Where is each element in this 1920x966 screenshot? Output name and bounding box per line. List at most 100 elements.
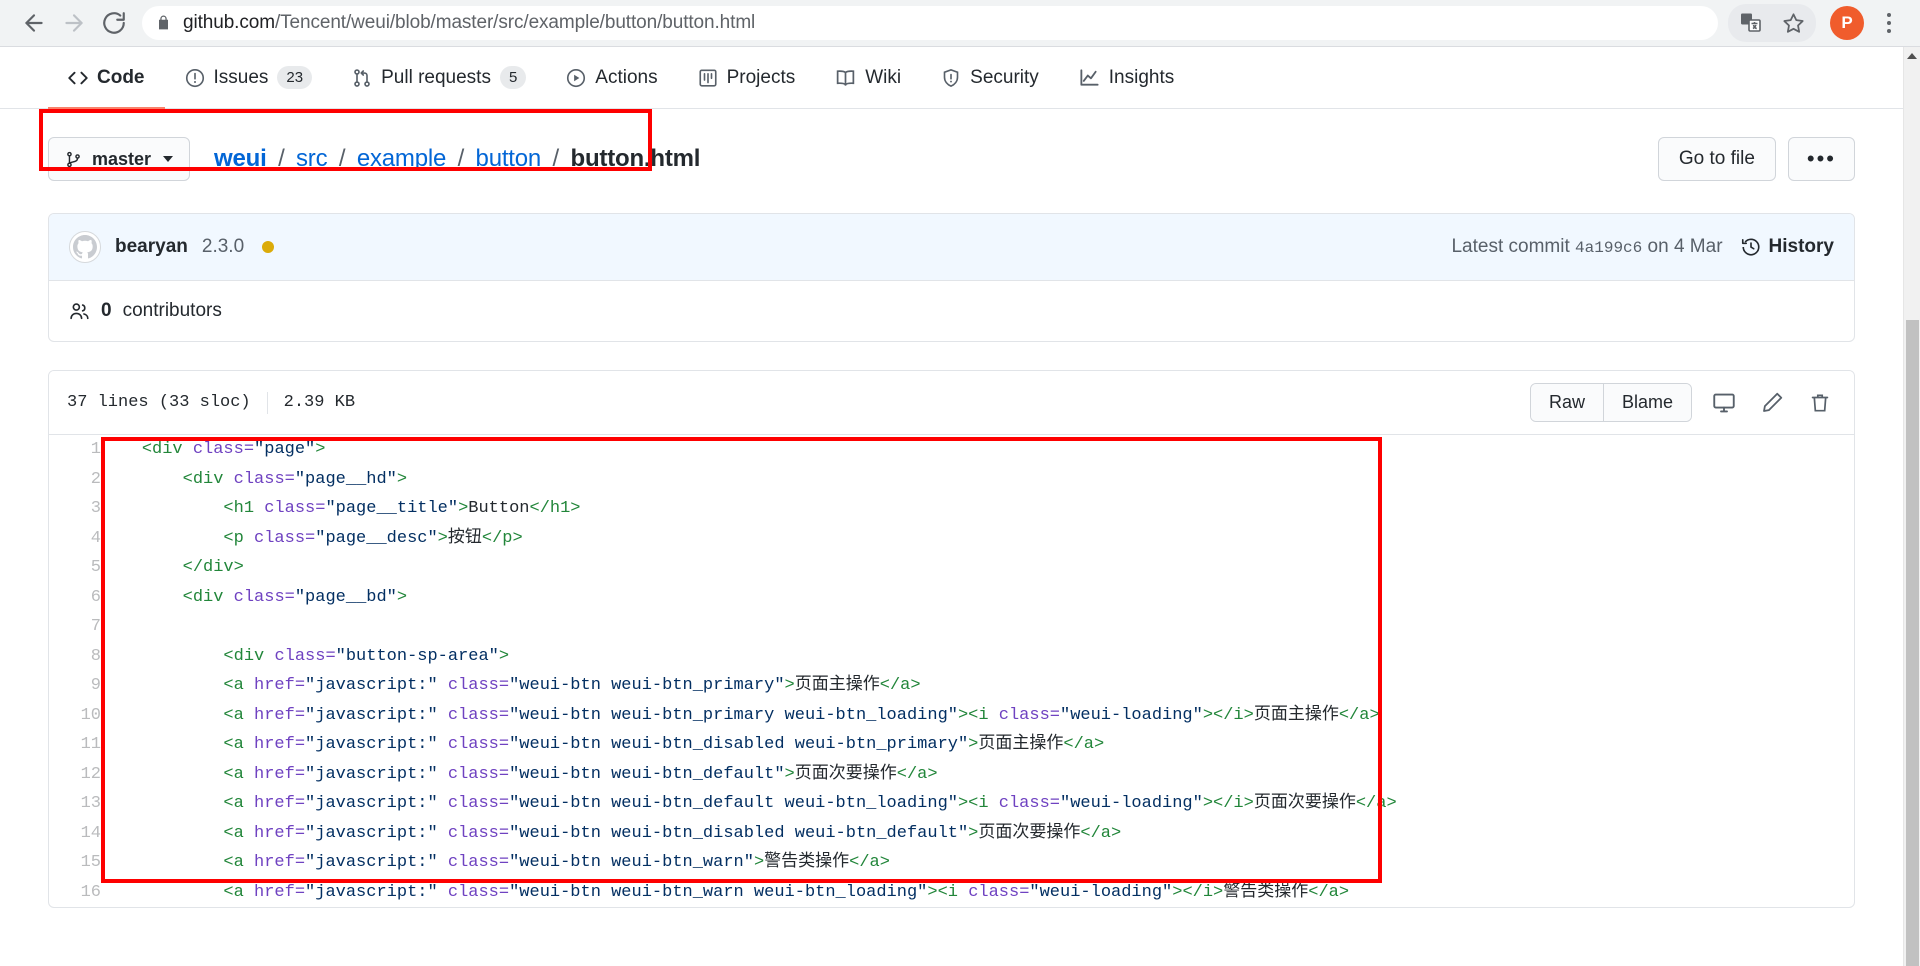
code-token: </i> — [1213, 794, 1254, 813]
nav-tab-wiki[interactable]: Wiki — [815, 48, 921, 109]
go-to-file-button[interactable]: Go to file — [1657, 137, 1776, 181]
line-number[interactable]: 3 — [49, 494, 101, 524]
raw-button[interactable]: Raw — [1530, 384, 1603, 421]
nav-tab-projects[interactable]: Projects — [678, 48, 816, 109]
line-number[interactable]: 8 — [49, 642, 101, 672]
line-number[interactable]: 5 — [49, 553, 101, 583]
breadcrumb-item-button[interactable]: button — [476, 145, 542, 172]
code-token: > — [458, 499, 469, 518]
code-token: 页面主操作 — [978, 735, 1064, 754]
chevron-down-icon — [163, 156, 174, 162]
code-token: <a — [223, 882, 255, 902]
code-line-content: <a href="javascript:" class="weui-btn we… — [101, 848, 1854, 878]
line-number[interactable]: 14 — [49, 819, 101, 849]
code-line: 10 <a href="javascript:" class="weui-btn… — [49, 701, 1854, 731]
contributors-row[interactable]: 0 contributors — [49, 281, 1854, 341]
commit-meta-group: Latest commit 4a199c6 on 4 Mar History — [1451, 236, 1834, 258]
page-content: master weui / src / example / button / b… — [0, 109, 1903, 908]
line-number[interactable]: 12 — [49, 760, 101, 790]
code-token: <i — [968, 705, 999, 725]
code-token: </a> — [1063, 735, 1105, 754]
avatar[interactable] — [69, 231, 101, 263]
scrollbar-thumb[interactable] — [1906, 320, 1919, 966]
pull-requests-counter: 5 — [499, 65, 527, 90]
line-number[interactable]: 16 — [49, 878, 101, 908]
star-icon[interactable] — [1774, 6, 1812, 40]
code-line-content: <h1 class="page__title">Button</h1> — [101, 494, 1854, 524]
open-desktop-button[interactable] — [1708, 387, 1740, 419]
lock-icon — [156, 14, 171, 32]
edit-file-button[interactable] — [1756, 387, 1788, 419]
code-token: "javascript:" — [305, 853, 438, 872]
history-link[interactable]: History — [1741, 236, 1834, 258]
play-icon — [566, 68, 586, 88]
nav-tab-security[interactable]: Security — [921, 48, 1059, 109]
latest-commit-row: bearyan 2.3.0 Latest commit 4a199c6 on 4… — [49, 214, 1854, 281]
commit-sha[interactable]: 4a199c6 — [1575, 239, 1642, 257]
code-token: 警告类操作 — [1223, 882, 1309, 902]
code-token: > — [498, 646, 510, 666]
code-token: class= — [437, 764, 510, 784]
breadcrumb-item-example[interactable]: example — [357, 145, 447, 172]
nav-tab-pull-requests[interactable]: Pull requests 5 — [332, 48, 546, 109]
back-button[interactable] — [14, 3, 54, 43]
code-token: > — [927, 882, 938, 902]
url-text: github.com/Tencent/weui/blob/master/src/… — [183, 12, 755, 34]
contributors-label: contributors — [122, 300, 222, 321]
code-token: > — [396, 469, 408, 489]
code-token: "weui-btn weui-btn_default" — [509, 764, 785, 784]
code-token: class= — [437, 705, 510, 725]
kebab-menu-icon[interactable] — [1872, 3, 1906, 43]
code-line: 1 <div class="page"> — [49, 435, 1854, 465]
line-number[interactable]: 11 — [49, 730, 101, 760]
code-line-content: <a href="javascript:" class="weui-btn we… — [101, 819, 1854, 849]
page-scrollbar[interactable] — [1903, 47, 1920, 966]
line-number[interactable]: 9 — [49, 671, 101, 701]
forward-button[interactable] — [54, 3, 94, 43]
file-size: 2.39 KB — [283, 393, 356, 412]
blame-button[interactable]: Blame — [1602, 384, 1691, 421]
nav-tab-code[interactable]: Code — [48, 48, 165, 109]
scroll-up-button[interactable] — [1904, 47, 1920, 64]
line-number[interactable]: 2 — [49, 465, 101, 495]
branch-selector-button[interactable]: master — [48, 137, 191, 181]
nav-tab-issues[interactable]: Issues 23 — [165, 48, 333, 109]
git-branch-icon — [65, 151, 82, 168]
status-badge[interactable] — [262, 241, 275, 253]
code-token: <a — [223, 823, 255, 843]
line-number[interactable]: 15 — [49, 848, 101, 878]
nav-tab-insights[interactable]: Insights — [1059, 48, 1194, 109]
line-number[interactable]: 13 — [49, 789, 101, 819]
address-bar[interactable]: github.com/Tencent/weui/blob/master/src/… — [142, 6, 1718, 40]
code-line-content: <div class="page__bd"> — [101, 583, 1854, 613]
profile-avatar[interactable]: P — [1830, 6, 1864, 40]
line-number[interactable]: 4 — [49, 524, 101, 554]
breadcrumb-item-repo[interactable]: weui — [214, 145, 267, 172]
code-token: class= — [233, 587, 295, 607]
code-token: "weui-btn weui-btn_warn" — [509, 853, 754, 872]
commit-author-name[interactable]: bearyan — [115, 236, 188, 258]
code-token: class= — [437, 676, 510, 695]
nav-tab-actions[interactable]: Actions — [546, 48, 677, 109]
line-number[interactable]: 10 — [49, 701, 101, 731]
line-number[interactable]: 7 — [49, 612, 101, 642]
toolbar-divider — [266, 391, 268, 414]
code-token: <a — [223, 705, 255, 725]
translate-icon[interactable]: G — [1732, 6, 1770, 40]
delete-file-button[interactable] — [1804, 387, 1836, 419]
commit-message[interactable]: 2.3.0 — [202, 236, 244, 258]
code-token: href= — [254, 823, 306, 843]
line-number[interactable]: 1 — [49, 435, 101, 465]
reload-button[interactable] — [94, 3, 134, 43]
scroll-up-arrow-icon — [1907, 52, 1917, 59]
line-number[interactable]: 6 — [49, 583, 101, 613]
code-token: <div — [182, 587, 234, 607]
code-line: 7 — [49, 612, 1854, 642]
breadcrumb-item-file: button.html — [570, 145, 701, 172]
breadcrumb-item-src[interactable]: src — [296, 145, 328, 172]
more-options-button[interactable]: ••• — [1787, 137, 1855, 181]
code-token: "weui-btn weui-btn_default weui-btn_load… — [509, 794, 958, 813]
latest-commit-prefix: Latest commit — [1451, 236, 1570, 257]
